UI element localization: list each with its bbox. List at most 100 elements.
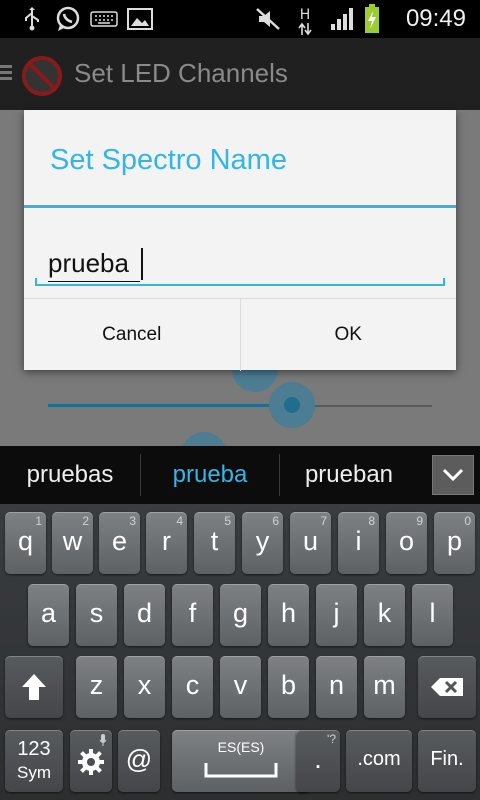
input-underline — [35, 278, 445, 286]
usb-icon — [20, 7, 44, 31]
space-language-label: ES(ES) — [217, 739, 265, 755]
key-x[interactable]: x — [124, 656, 165, 718]
shift-arrow-icon — [22, 674, 46, 700]
action-bar: Set LED Channels — [0, 38, 480, 110]
key-label: f — [188, 598, 197, 628]
keyboard-icon — [90, 7, 118, 31]
key-label: a — [40, 598, 57, 628]
space-key[interactable]: ES(ES) — [172, 730, 310, 792]
image-icon — [126, 7, 154, 31]
key-b[interactable]: b — [268, 656, 309, 718]
dialog-title-divider — [24, 205, 456, 208]
key-d[interactable]: d — [124, 584, 165, 646]
key-label: y — [255, 526, 270, 556]
suggestion-strip: pruebas prueba prueban — [0, 446, 480, 504]
key-f[interactable]: f — [172, 584, 213, 646]
mute-icon — [254, 7, 282, 31]
key-label: i — [355, 526, 362, 556]
period-key[interactable]: '? . — [296, 730, 340, 792]
signal-icon — [328, 7, 356, 31]
slider-track-filled — [48, 404, 292, 407]
key-label: w — [62, 526, 83, 556]
gear-icon — [78, 749, 104, 775]
key-m[interactable]: m — [364, 656, 405, 718]
key-label: z — [89, 670, 104, 700]
key-o[interactable]: 9o — [386, 512, 427, 574]
key-label: s — [89, 598, 104, 628]
settings-key[interactable] — [70, 730, 112, 792]
key-label: k — [377, 598, 392, 628]
key-label: e — [111, 526, 128, 556]
chevron-down-icon — [442, 468, 464, 482]
key-label: m — [373, 670, 396, 700]
dialog-buttons: Cancel OK — [24, 298, 457, 371]
input-value: prueba — [48, 248, 129, 278]
key-label: Fin. — [430, 748, 464, 770]
symbols-key-label-top: 123 — [17, 738, 51, 760]
microphone-icon — [99, 734, 107, 746]
key-label: b — [280, 670, 297, 700]
text-caret — [141, 248, 143, 280]
key-w[interactable]: 2w — [52, 512, 93, 574]
key-label: l — [429, 598, 436, 628]
key-u[interactable]: 7u — [290, 512, 331, 574]
key-label: q — [17, 526, 34, 556]
key-t[interactable]: 5t — [194, 512, 235, 574]
slider-thumb[interactable] — [284, 397, 300, 413]
key-label: x — [137, 670, 152, 700]
key-n[interactable]: n — [316, 656, 357, 718]
backspace-key[interactable] — [418, 656, 476, 718]
suggestion-item-selected[interactable]: prueba — [141, 446, 279, 504]
key-a[interactable]: a — [28, 584, 69, 646]
key-j[interactable]: j — [316, 584, 357, 646]
key-h[interactable]: h — [268, 584, 309, 646]
key-c[interactable]: c — [172, 656, 213, 718]
key-label: u — [302, 526, 319, 556]
app-logo-icon — [22, 56, 62, 96]
keyboard: 1q 2w 3e 4r 5t 6y 7u 8i 9o 0p a s d f g … — [0, 504, 480, 800]
key-v[interactable]: v — [220, 656, 261, 718]
symbols-key[interactable]: 123 Sym — [5, 730, 63, 792]
key-l[interactable]: l — [412, 584, 453, 646]
shift-key[interactable] — [5, 656, 63, 718]
key-label: c — [185, 670, 200, 700]
key-k[interactable]: k — [364, 584, 405, 646]
key-r[interactable]: 4r — [146, 512, 187, 574]
app-title: Set LED Channels — [74, 58, 288, 88]
expand-suggestions-button[interactable] — [432, 455, 474, 495]
whatsapp-icon — [54, 6, 82, 31]
key-i[interactable]: 8i — [338, 512, 379, 574]
key-z[interactable]: z — [76, 656, 117, 718]
suggestion-item[interactable]: prueban — [280, 446, 418, 504]
key-s[interactable]: s — [76, 584, 117, 646]
enter-key[interactable]: Fin. — [418, 730, 476, 792]
space-bar-icon — [204, 763, 278, 778]
key-label: n — [328, 670, 345, 700]
key-y[interactable]: 6y — [242, 512, 283, 574]
composing-underline — [48, 281, 140, 282]
key-label: d — [136, 598, 153, 628]
clock-time: 09:49 — [405, 5, 466, 32]
key-label: v — [233, 670, 248, 700]
key-label: g — [232, 598, 249, 628]
spectro-name-input[interactable]: prueba — [35, 240, 445, 288]
drawer-menu-icon[interactable] — [0, 62, 14, 86]
key-p[interactable]: 0p — [434, 512, 475, 574]
set-name-dialog: Set Spectro Name prueba Cancel OK — [24, 110, 457, 371]
symbols-key-label-bottom: Sym — [17, 763, 51, 782]
battery-charging-icon — [362, 4, 382, 34]
dotcom-key[interactable]: .com — [346, 730, 412, 792]
key-label: h — [280, 598, 297, 628]
suggestion-item[interactable]: pruebas — [0, 446, 140, 504]
key-label: j — [333, 598, 340, 628]
key-label: @ — [125, 744, 153, 774]
at-key[interactable]: @ — [118, 730, 160, 792]
backspace-icon — [431, 678, 463, 696]
cancel-button[interactable]: Cancel — [24, 299, 240, 371]
key-g[interactable]: g — [220, 584, 261, 646]
dialog-title: Set Spectro Name — [50, 144, 287, 176]
ok-button[interactable]: OK — [239, 299, 457, 371]
key-q[interactable]: 1q — [5, 512, 46, 574]
key-e[interactable]: 3e — [99, 512, 140, 574]
key-label: o — [398, 526, 415, 556]
